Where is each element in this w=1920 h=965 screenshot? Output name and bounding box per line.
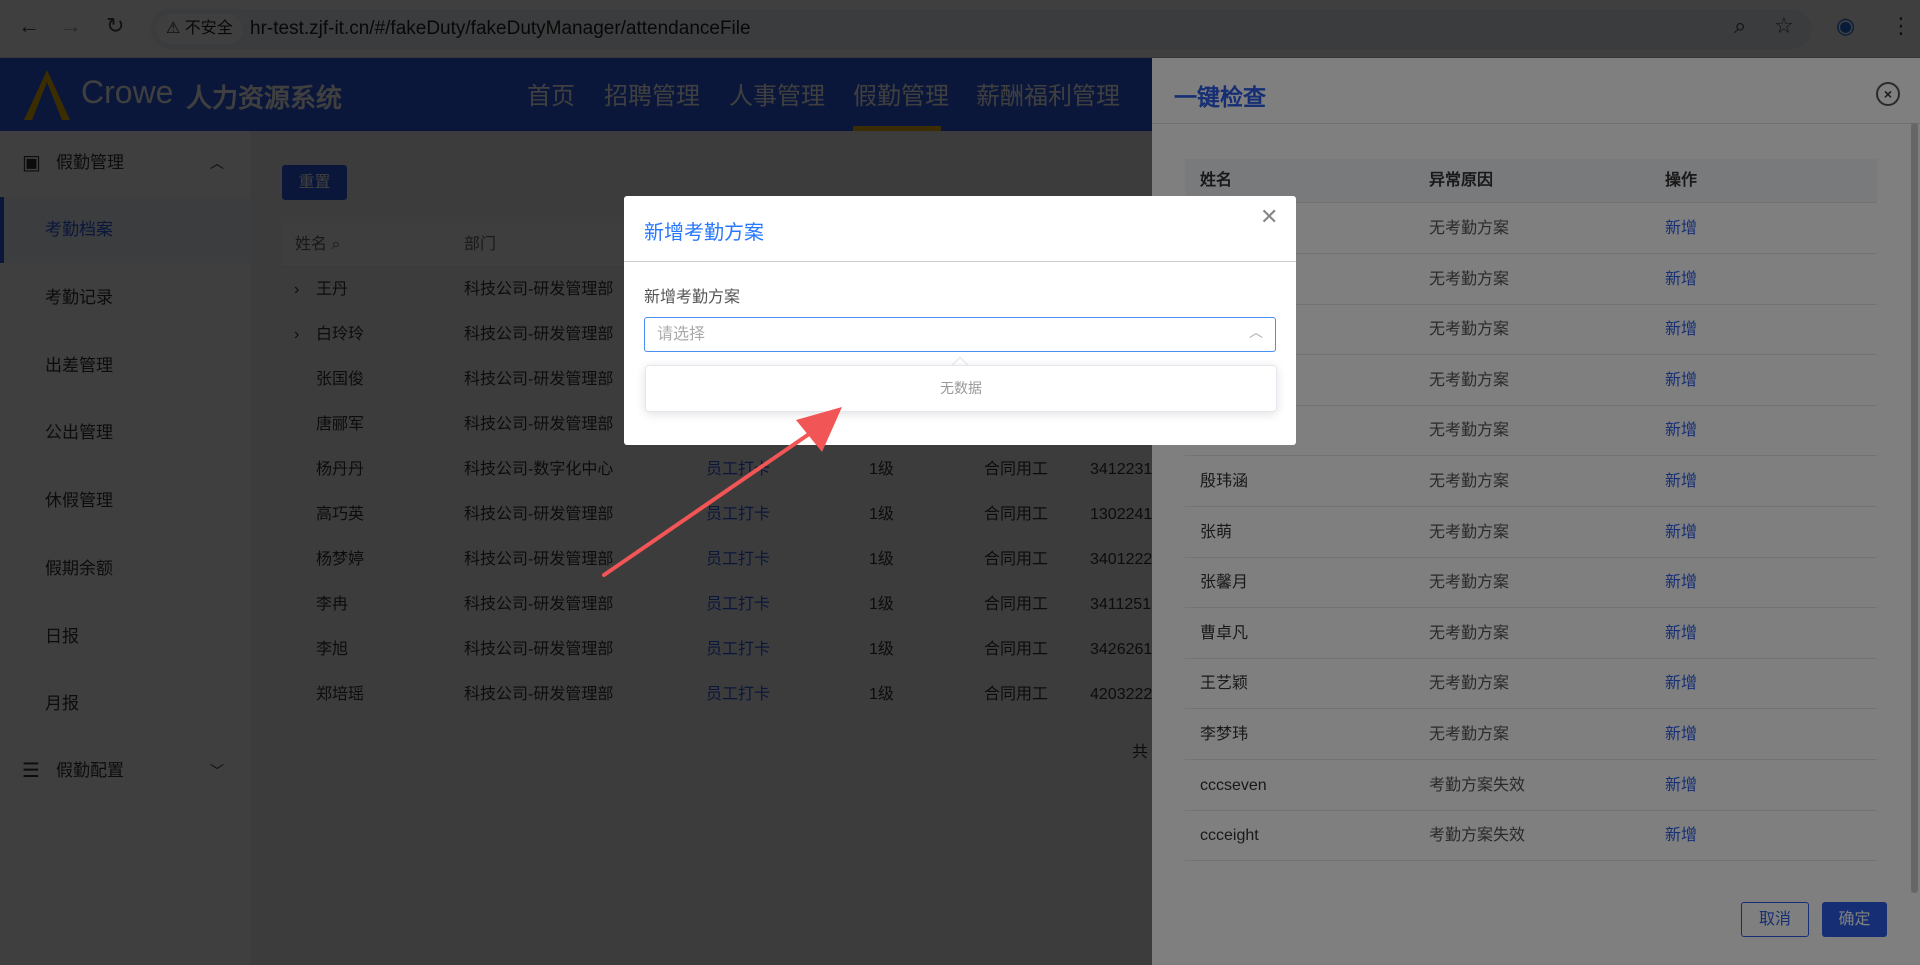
chevron-up-icon: ︿ xyxy=(1249,324,1263,340)
empty-text: 无数据 xyxy=(940,380,982,396)
divider xyxy=(624,261,1296,262)
dialog-title: 新增考勤方案 xyxy=(644,222,764,244)
plan-select[interactable]: 请选择 ︿ xyxy=(644,317,1276,352)
select-dropdown: 无数据 xyxy=(645,365,1277,412)
select-placeholder: 请选择 xyxy=(657,326,706,343)
close-icon[interactable]: ✕ xyxy=(1260,204,1278,230)
modal-mask[interactable] xyxy=(0,0,1920,965)
field-label: 新增考勤方案 xyxy=(644,289,741,306)
